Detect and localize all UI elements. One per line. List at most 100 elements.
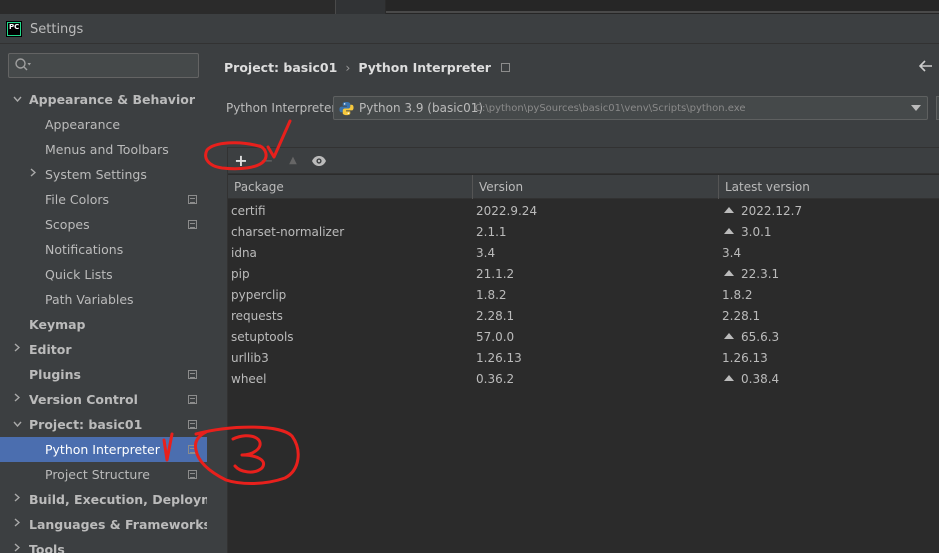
sidebar-item-project-structure[interactable]: Project Structure [0, 462, 207, 487]
column-header-latest-version[interactable]: Latest version [719, 175, 939, 199]
sidebar-item-label: Appearance & Behavior [29, 92, 195, 107]
chevron-right-icon[interactable] [12, 512, 22, 537]
table-row[interactable]: pyperclip 1.8.2 1.8.2 [228, 285, 939, 306]
chevron-down-icon[interactable] [12, 412, 22, 437]
table-row[interactable]: wheel 0.36.2 0.38.4 [228, 369, 939, 390]
sidebar-item-project-basic01[interactable]: Project: basic01 [0, 412, 207, 437]
sidebar-item-label: Project: basic01 [29, 417, 143, 432]
package-name: setuptools [231, 330, 294, 344]
python-icon [339, 101, 354, 116]
table-row[interactable]: idna 3.4 3.4 [228, 243, 939, 264]
sidebar-item-label: Scopes [45, 217, 90, 232]
package-version: 21.1.2 [476, 267, 515, 281]
table-row[interactable]: certifi 2022.9.24 2022.12.7 [228, 201, 939, 222]
sidebar-item-file-colors[interactable]: File Colors [0, 187, 207, 212]
chevron-right-icon[interactable] [12, 337, 22, 362]
interpreter-path: C:\python\pySources\basic01\venv\Scripts… [475, 103, 746, 114]
sidebar-item-label: Path Variables [45, 292, 134, 307]
chevron-right-icon[interactable] [12, 537, 22, 553]
sidebar-item-plugins[interactable]: Plugins [0, 362, 207, 387]
package-name: urllib3 [231, 351, 269, 365]
chevron-right-icon[interactable] [12, 487, 22, 512]
package-latest-version-cell: 2.28.1 [722, 306, 760, 327]
package-latest-version: 22.3.1 [741, 267, 780, 281]
breadcrumb-project[interactable]: Project: basic01 [224, 60, 337, 75]
column-header-package[interactable]: Package [228, 175, 473, 199]
pycharm-logo-icon: PC [6, 21, 22, 37]
show-early-releases-button[interactable] [308, 150, 330, 172]
package-name: wheel [231, 372, 267, 386]
upgrade-available-icon [724, 333, 734, 339]
package-latest-version-cell: 1.26.13 [722, 348, 768, 369]
breadcrumb-separator: › [345, 60, 351, 75]
packages-toolbar: + − ▲ [228, 148, 939, 174]
package-name: idna [231, 246, 257, 260]
chevron-right-icon[interactable] [12, 387, 22, 412]
package-latest-version-cell: 2022.12.7 [722, 201, 802, 222]
sidebar-item-label: Project Structure [45, 467, 150, 482]
package-latest-version: 2022.12.7 [741, 204, 803, 218]
table-row[interactable]: urllib3 1.26.13 1.26.13 [228, 348, 939, 369]
sidebar-item-version-control[interactable]: Version Control [0, 387, 207, 412]
search-icon [15, 58, 31, 71]
chevron-down-icon[interactable] [12, 87, 22, 112]
package-version: 2022.9.24 [476, 204, 538, 218]
interpreter-select[interactable]: Python 3.9 (basic01) C:\python\pySources… [333, 96, 928, 120]
sidebar-item-scopes[interactable]: Scopes [0, 212, 207, 237]
window-title: Settings [30, 22, 84, 37]
back-arrow-icon[interactable] [918, 57, 933, 76]
package-version: 3.4 [476, 246, 496, 260]
table-row[interactable]: pip 21.1.2 22.3.1 [228, 264, 939, 285]
package-name: requests [231, 309, 283, 323]
background-window-strip [0, 0, 939, 14]
sidebar-item-python-interpreter[interactable]: Python Interpreter [0, 437, 207, 462]
sidebar-item-editor[interactable]: Editor [0, 337, 207, 362]
package-latest-version-cell: 1.8.2 [722, 285, 753, 306]
package-name: pip [231, 267, 250, 281]
breadcrumb: Project: basic01 › Python Interpreter [224, 60, 510, 75]
table-row[interactable]: charset-normalizer 2.1.1 3.0.1 [228, 222, 939, 243]
sidebar-item-label: Editor [29, 342, 72, 357]
packages-panel: + − ▲ Package Version Latest version cer… [227, 147, 939, 553]
package-latest-version: 3.4 [722, 246, 742, 260]
package-latest-version: 3.0.1 [741, 225, 772, 239]
sidebar-item-path-variables[interactable]: Path Variables [0, 287, 207, 312]
sidebar-item-quick-lists[interactable]: Quick Lists [0, 262, 207, 287]
table-row[interactable]: requests 2.28.1 2.28.1 [228, 306, 939, 327]
background-window-tab [335, 0, 385, 14]
package-version: 2.1.1 [476, 225, 507, 239]
remove-package-button[interactable]: − [256, 150, 278, 172]
add-package-button[interactable]: + [230, 150, 252, 172]
sidebar-item-appearance-behavior[interactable]: Appearance & Behavior [0, 87, 207, 112]
sidebar-item-label: File Colors [45, 192, 110, 207]
project-level-icon [188, 370, 197, 379]
sidebar-item-menus-and-toolbars[interactable]: Menus and Toolbars [0, 137, 207, 162]
settings-search-input[interactable] [8, 53, 199, 78]
sidebar-item-languages-frameworks[interactable]: Languages & Frameworks [0, 512, 211, 537]
sidebar-item-label: Notifications [45, 242, 124, 257]
sidebar-item-system-settings[interactable]: System Settings [0, 162, 207, 187]
settings-content: Project: basic01 › Python Interpreter Pyth… [207, 45, 939, 553]
package-version: 2.28.1 [476, 309, 515, 323]
sidebar-item-appearance[interactable]: Appearance [0, 112, 207, 137]
table-row[interactable]: setuptools 57.0.0 65.6.3 [228, 327, 939, 348]
upgrade-package-button[interactable]: ▲ [282, 150, 304, 172]
sidebar-item-label: System Settings [45, 167, 147, 182]
package-latest-version-cell: 3.0.1 [722, 222, 772, 243]
sidebar-item-notifications[interactable]: Notifications [0, 237, 207, 262]
sidebar-item-keymap[interactable]: Keymap [0, 312, 207, 337]
project-level-icon [188, 195, 197, 204]
sidebar-item-label: Quick Lists [45, 267, 113, 282]
chevron-right-icon[interactable] [28, 162, 38, 187]
sidebar-item-label: Version Control [29, 392, 138, 407]
eye-icon [312, 156, 326, 166]
package-latest-version: 1.26.13 [722, 351, 768, 365]
upgrade-available-icon [724, 228, 734, 234]
chevron-down-icon [911, 105, 921, 111]
package-latest-version-cell: 0.38.4 [722, 369, 779, 390]
package-name: charset-normalizer [231, 225, 345, 239]
column-header-version[interactable]: Version [473, 175, 719, 199]
sidebar-item-tools[interactable]: Tools [0, 537, 207, 553]
packages-table-header: Package Version Latest version [228, 175, 939, 199]
sidebar-item-build-execution-deployment[interactable]: Build, Execution, Deployment [0, 487, 237, 512]
